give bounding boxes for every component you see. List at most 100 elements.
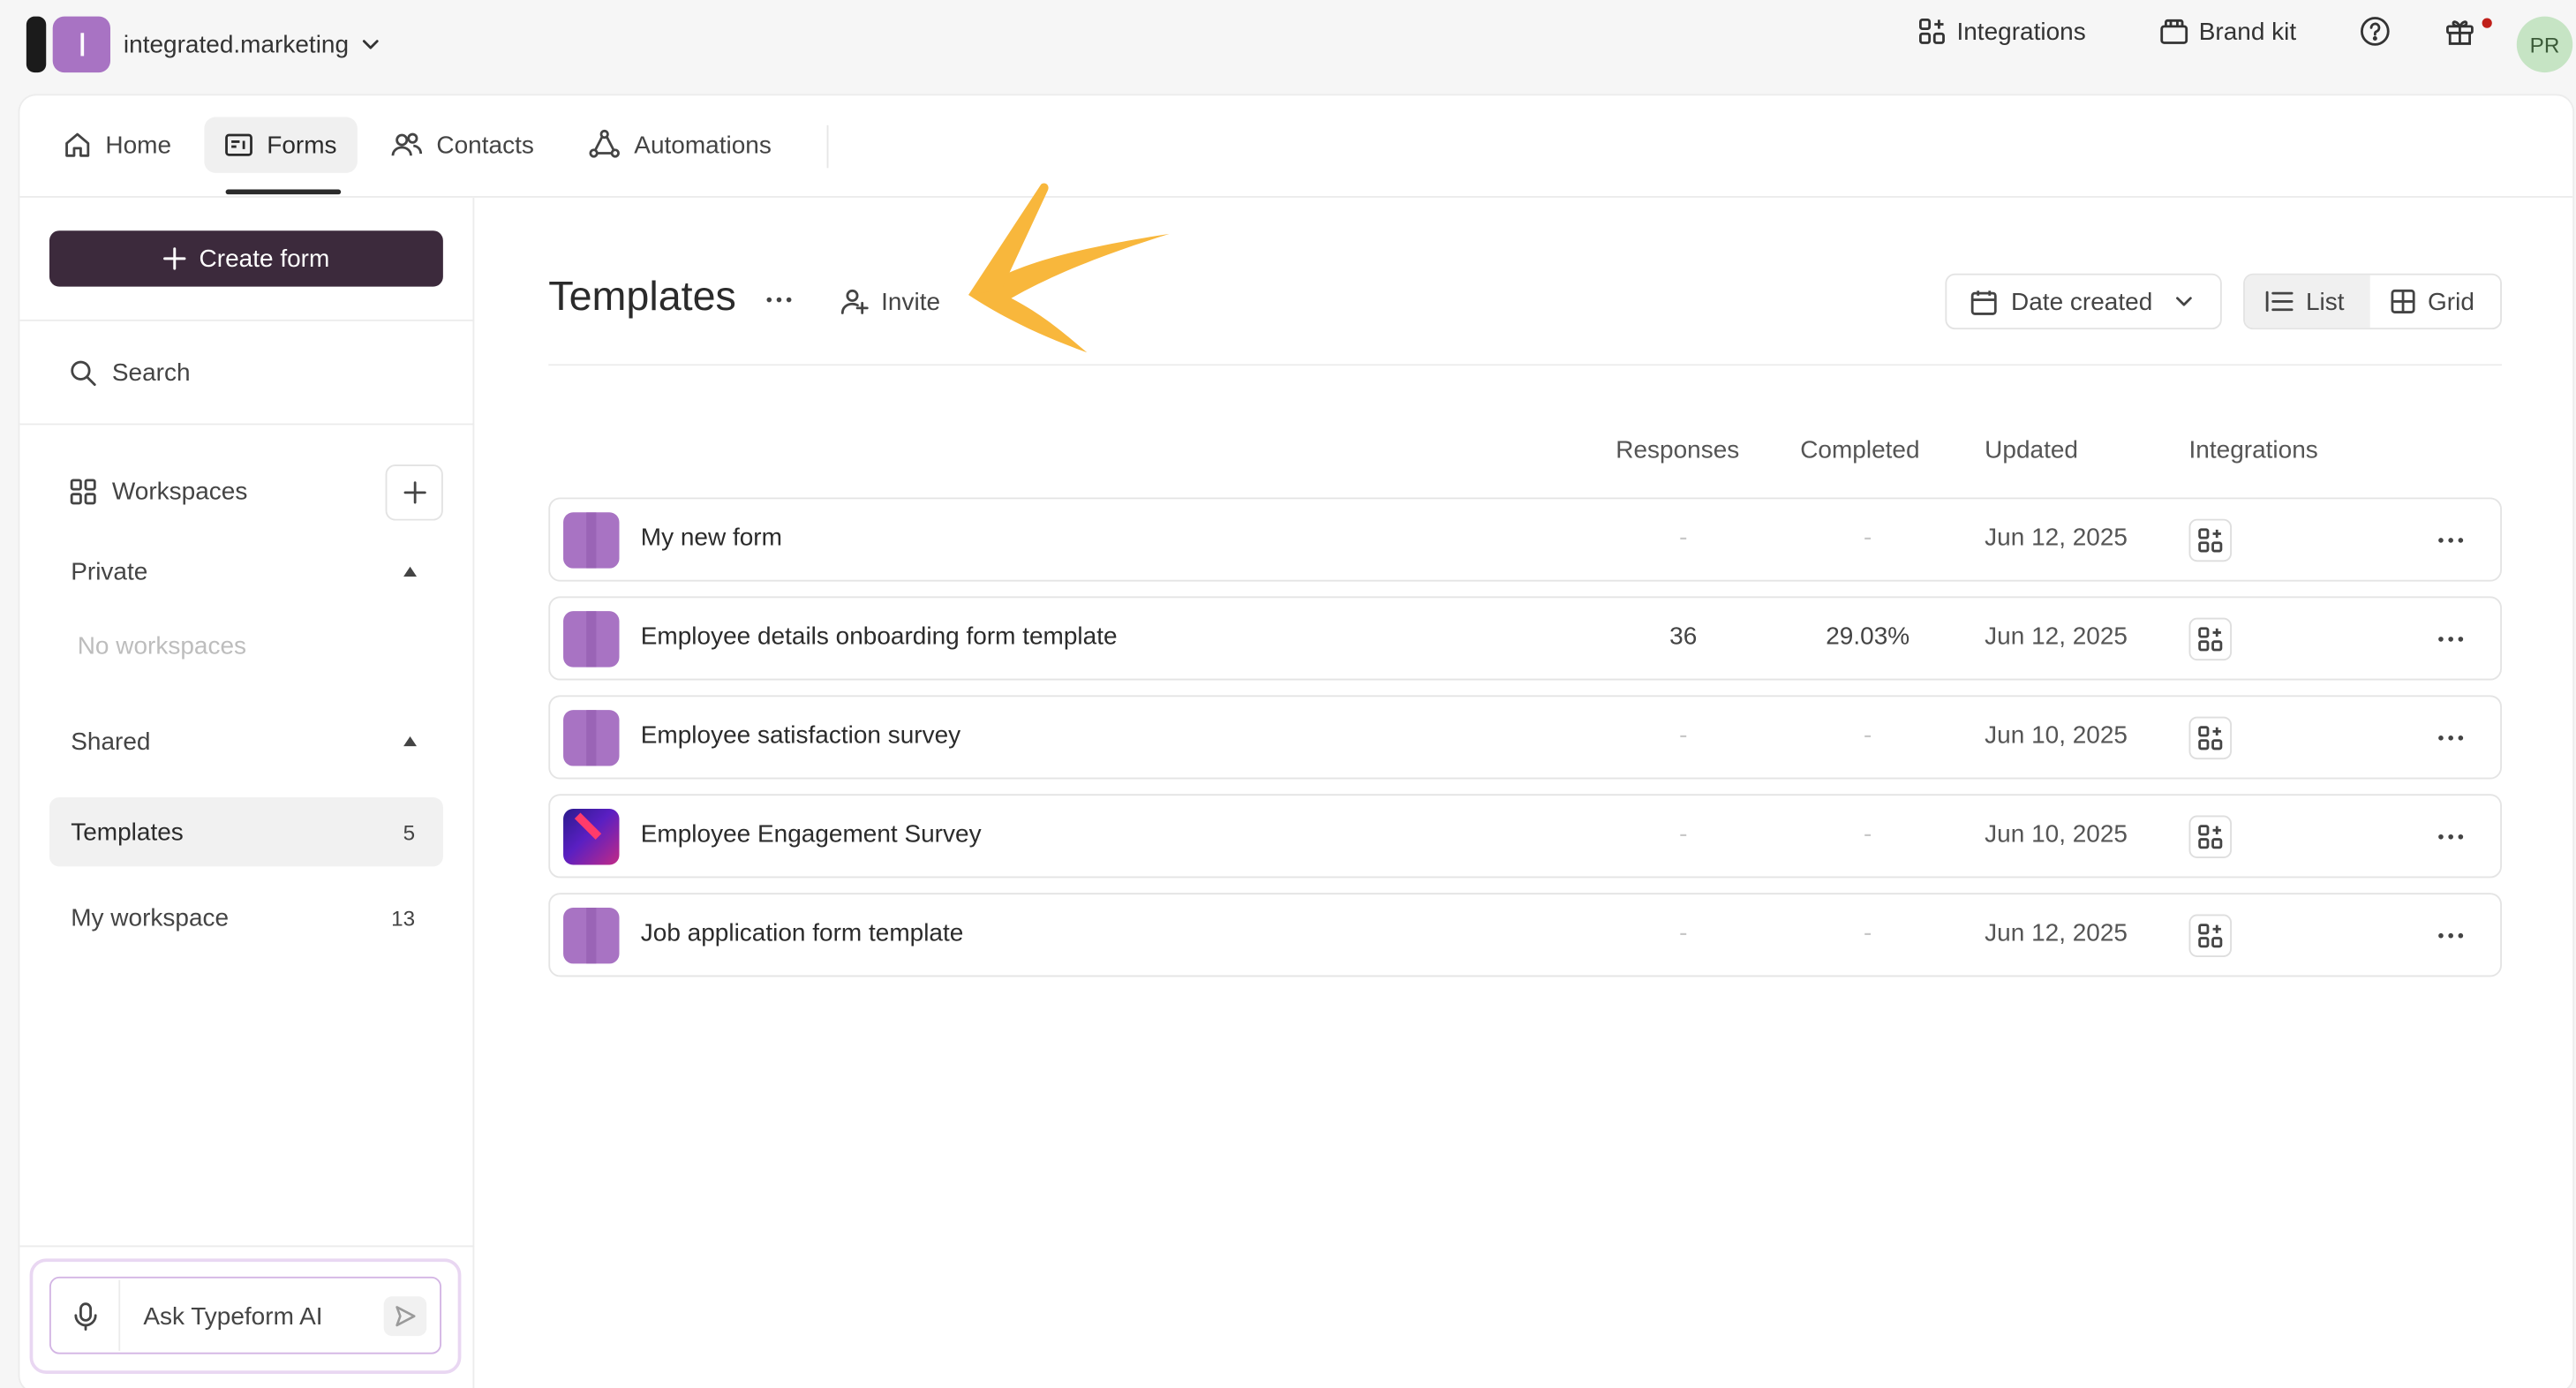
grid-icon <box>2390 288 2416 314</box>
workspace-logo[interactable] <box>52 16 111 73</box>
grid-view-label: Grid <box>2428 287 2474 316</box>
tab-home-label: Home <box>105 131 172 160</box>
column-header-integrations: Integrations <box>2188 436 2318 465</box>
integrations-icon <box>2197 824 2224 850</box>
sidebar-divider <box>19 423 475 426</box>
more-horizontal-icon <box>2437 735 2464 741</box>
tab-contacts-label: Contacts <box>436 131 534 160</box>
page-title: Templates <box>548 273 736 320</box>
list-view-label: List <box>2305 287 2345 316</box>
tab-forms-label: Forms <box>267 131 337 160</box>
contacts-icon <box>390 130 423 160</box>
workspaces-grid-icon <box>69 477 97 505</box>
gift-button[interactable] <box>2444 13 2475 49</box>
invite-label: Invite <box>881 287 941 316</box>
tab-automations[interactable]: Automations <box>569 117 792 172</box>
form-row[interactable]: My new form - - Jun 12, 2025 <box>548 497 2502 582</box>
form-integrations-button[interactable] <box>2188 815 2233 859</box>
form-integrations-button[interactable] <box>2188 617 2233 661</box>
form-name: My new form <box>640 524 782 553</box>
list-icon <box>2264 290 2294 313</box>
account-switcher[interactable]: integrated.marketing <box>124 25 381 64</box>
form-integrations-button[interactable] <box>2188 914 2233 957</box>
microphone-icon <box>72 1301 99 1331</box>
grid-view-button[interactable]: Grid <box>2370 275 2495 328</box>
sidebar-item-templates[interactable]: Templates 5 <box>49 796 443 867</box>
integrations-label: Integrations <box>1956 17 2086 46</box>
sidebar-item-count: 5 <box>403 819 416 845</box>
row-more-button[interactable] <box>2431 817 2471 856</box>
private-group-toggle[interactable]: Private <box>71 554 418 590</box>
app-window: integrated.marketing Integrations Brand … <box>0 0 2576 1388</box>
form-completed: 29.03% <box>1826 622 1910 651</box>
form-completed: - <box>1864 524 1872 553</box>
create-form-button[interactable]: Create form <box>49 230 443 287</box>
private-label: Private <box>71 557 148 586</box>
form-thumbnail <box>563 512 620 569</box>
active-tab-indicator <box>225 189 342 195</box>
form-integrations-button[interactable] <box>2188 518 2233 562</box>
more-horizontal-icon <box>2437 932 2464 939</box>
sidebar-item-my-workspace[interactable]: My workspace 13 <box>49 883 443 952</box>
form-updated: Jun 10, 2025 <box>1985 721 2128 750</box>
content-divider <box>548 364 2502 366</box>
column-header-updated: Updated <box>1985 436 2078 465</box>
form-name: Employee details onboarding form templat… <box>640 622 1118 651</box>
sidebar-item-count: 13 <box>391 905 416 931</box>
form-thumbnail <box>563 908 620 964</box>
brand-stripe <box>26 16 47 73</box>
form-updated: Jun 10, 2025 <box>1985 820 2128 849</box>
shared-label: Shared <box>71 727 151 756</box>
top-navigation: Home Forms Contacts Automations <box>19 95 2573 198</box>
caret-up-icon <box>403 566 418 577</box>
plus-icon <box>403 481 426 504</box>
form-completed: - <box>1864 919 1872 947</box>
tab-forms[interactable]: Forms <box>204 117 357 173</box>
gift-icon <box>2444 16 2475 47</box>
row-more-button[interactable] <box>2431 916 2471 955</box>
form-thumbnail <box>563 710 620 766</box>
shared-group-toggle[interactable]: Shared <box>71 723 418 759</box>
sidebar-divider <box>19 1245 475 1248</box>
row-more-button[interactable] <box>2431 521 2471 561</box>
send-icon <box>394 1305 417 1328</box>
search-icon <box>69 358 97 387</box>
more-horizontal-icon <box>2437 834 2464 840</box>
form-integrations-button[interactable] <box>2188 716 2233 760</box>
sidebar-divider <box>19 319 475 321</box>
form-row[interactable]: Employee satisfaction survey - - Jun 10,… <box>548 695 2502 780</box>
help-button[interactable] <box>2359 13 2391 49</box>
ai-assistant-box <box>29 1258 462 1374</box>
row-more-button[interactable] <box>2431 718 2471 758</box>
search-label: Search <box>111 358 191 387</box>
send-button[interactable] <box>383 1296 427 1337</box>
brand-kit-icon <box>2159 17 2189 47</box>
form-row[interactable]: Job application form template - - Jun 12… <box>548 893 2502 977</box>
integrations-link[interactable]: Integrations <box>1917 13 2086 49</box>
form-row[interactable]: Employee Engagement Survey - - Jun 10, 2… <box>548 794 2502 879</box>
search-button[interactable]: Search <box>69 354 191 390</box>
more-options-button[interactable] <box>761 282 797 318</box>
add-workspace-button[interactable] <box>385 464 443 521</box>
ask-ai-input[interactable] <box>143 1300 374 1333</box>
invite-button[interactable]: Invite <box>840 283 941 320</box>
row-more-button[interactable] <box>2431 620 2471 660</box>
tab-home[interactable]: Home <box>43 117 192 172</box>
sort-dropdown[interactable]: Date created <box>1945 273 2222 330</box>
brand-kit-link[interactable]: Brand kit <box>2159 13 2296 49</box>
integrations-icon <box>2197 923 2224 949</box>
form-name: Job application form template <box>640 919 964 947</box>
more-horizontal-icon <box>2437 537 2464 543</box>
user-avatar[interactable]: PR <box>2516 16 2573 73</box>
microphone-button[interactable] <box>53 1279 121 1351</box>
sidebar-item-label: Templates <box>71 818 184 847</box>
calendar-icon <box>1970 288 1998 316</box>
list-view-button[interactable]: List <box>2244 275 2370 328</box>
column-header-completed: Completed <box>1800 436 1920 465</box>
nav-divider <box>826 124 829 169</box>
integrations-icon <box>1917 17 1947 47</box>
form-updated: Jun 12, 2025 <box>1985 919 2128 947</box>
notification-dot <box>2482 18 2492 28</box>
tab-contacts[interactable]: Contacts <box>371 117 554 172</box>
form-row[interactable]: Employee details onboarding form templat… <box>548 596 2502 681</box>
